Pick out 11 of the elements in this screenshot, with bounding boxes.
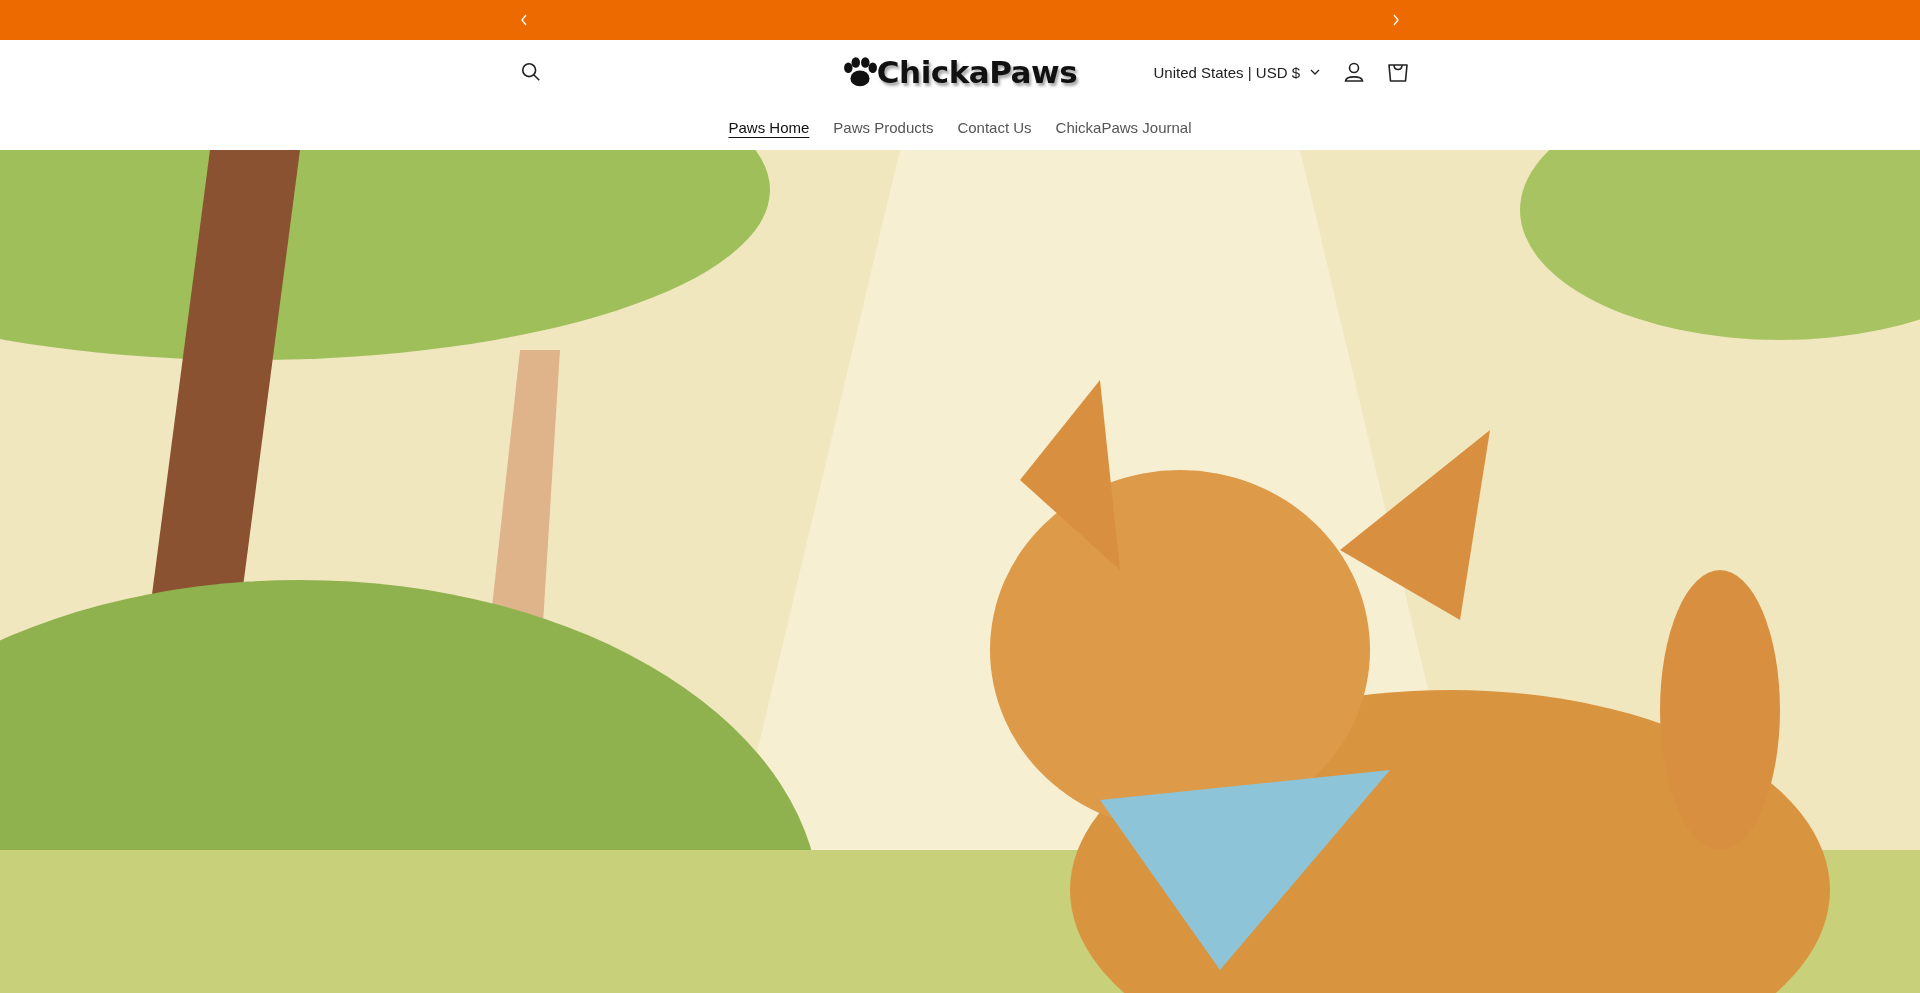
nav-link[interactable]: Paws Products <box>833 116 934 138</box>
paw-icon <box>842 57 877 87</box>
country-currency-selector[interactable]: United States | USD $ <box>1151 57 1322 87</box>
nav-link[interactable]: Paws Home <box>728 116 810 138</box>
previous-icon[interactable] <box>520 14 528 26</box>
account-icon[interactable] <box>1342 60 1366 84</box>
next-icon[interactable] <box>1392 14 1400 26</box>
nav-link[interactable]: ChickaPaws Journal <box>1055 116 1192 138</box>
caret-icon <box>1310 69 1320 75</box>
search-icon[interactable] <box>520 61 542 83</box>
nav-link[interactable]: Contact Us <box>957 116 1032 138</box>
